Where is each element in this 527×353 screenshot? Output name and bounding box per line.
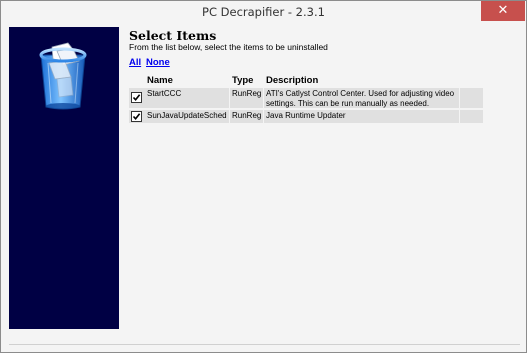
checkmark-icon [132,113,141,121]
checkbox-cell [129,88,145,108]
item-checkbox[interactable] [131,111,142,122]
item-type: RunReg [230,88,264,108]
select-all-link[interactable]: All [129,57,141,68]
window-title: PC Decrapifier - 2.3.1 [202,5,325,19]
page-title: Select Items [129,28,217,43]
item-description: Java Runtime Updater [264,110,460,123]
recycle-bin-icon [39,42,87,110]
item-description-line: ATI's Catlyst Control Center. Used for a… [266,89,455,98]
checkbox-cell [129,110,145,123]
app-window: PC Decrapifier - 2.3.1 ✕ Select Items Fr… [0,0,527,353]
column-header-type[interactable]: Type [232,75,253,86]
item-description-line: Java Runtime Updater [266,111,346,120]
item-checkbox[interactable] [131,92,142,103]
item-description: ATI's Catlyst Control Center. Used for a… [264,88,460,108]
column-header-description[interactable]: Description [266,75,318,86]
select-none-link[interactable]: None [146,57,170,68]
title-bar[interactable]: PC Decrapifier - 2.3.1 ✕ [1,1,526,25]
column-header-name[interactable]: Name [147,75,173,86]
close-button[interactable]: ✕ [481,1,525,21]
item-description-line: settings. This can be run manually as ne… [266,99,430,108]
row-extra-cell [460,88,483,108]
row-extra-cell [460,110,483,123]
item-name: StartCCC [145,88,230,108]
side-panel [9,27,119,329]
item-name: SunJavaUpdateSched [145,110,230,123]
divider [9,344,520,345]
table-row[interactable]: StartCCC RunReg ATI's Catlyst Control Ce… [129,88,483,109]
close-icon: ✕ [497,3,509,18]
checkmark-icon [132,94,141,102]
item-type: RunReg [230,110,264,123]
items-table: Name Type Description StartCCC RunReg AT… [129,74,483,124]
table-row[interactable]: SunJavaUpdateSched RunReg Java Runtime U… [129,110,483,124]
table-header: Name Type Description [129,74,483,88]
page-subtitle: From the list below, select the items to… [129,42,328,52]
